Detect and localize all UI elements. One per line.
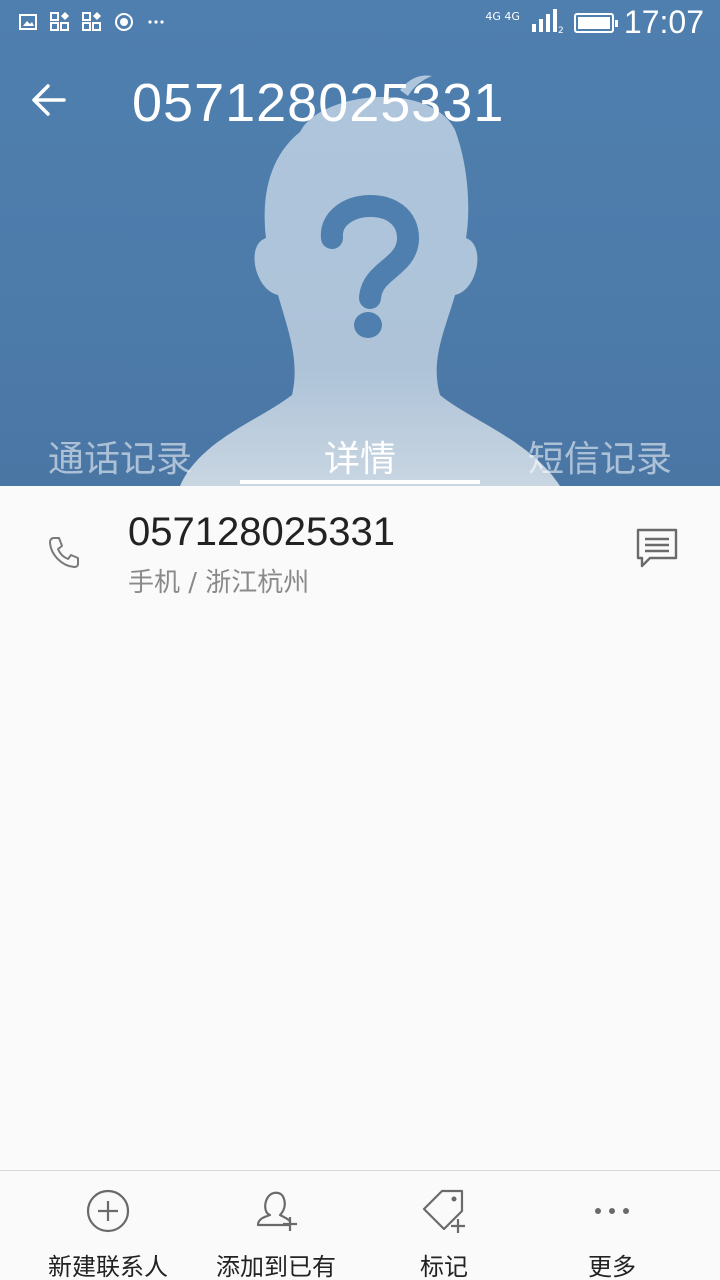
number-location: 手机 / 浙江杭州: [128, 568, 310, 598]
signal-icon: 2: [530, 8, 564, 38]
arrow-left-icon: [32, 84, 66, 116]
tab-sms-log[interactable]: 短信记录: [480, 430, 720, 482]
tag-label: 标记: [420, 1253, 468, 1280]
tab-indicator: [240, 480, 480, 484]
network-type-label: 4G 4G: [485, 9, 520, 23]
bottom-action-bar: 新建联系人 添加到已有 标记 更多: [0, 1170, 720, 1280]
gallery-notification-icon: [18, 12, 38, 32]
page-title: 057128025331: [132, 73, 505, 133]
status-bar: 4G 4G 2 17:07: [0, 0, 720, 48]
clock: 17:07: [623, 4, 704, 40]
app-notification-icon: [50, 12, 70, 32]
new-contact-button[interactable]: 新建联系人: [18, 1171, 198, 1280]
battery-icon: [573, 12, 618, 33]
tab-bar: 通话记录 详情 短信记录: [0, 418, 720, 486]
add-to-existing-button[interactable]: 添加到已有: [186, 1171, 366, 1280]
more-button[interactable]: 更多: [522, 1171, 702, 1280]
record-notification-icon: [114, 12, 134, 32]
more-label: 更多: [588, 1253, 636, 1280]
tag-button[interactable]: 标记: [354, 1171, 534, 1280]
add-person-icon: [252, 1187, 300, 1235]
phone-number-row[interactable]: 057128025331 手机 / 浙江杭州: [0, 486, 720, 616]
status-icons-left: [18, 12, 166, 32]
tab-call-log[interactable]: 通话记录: [0, 430, 240, 482]
phone-number: 057128025331: [128, 510, 395, 554]
more-icon: [588, 1187, 636, 1235]
more-notifications-icon: [146, 12, 166, 32]
tab-details[interactable]: 详情: [240, 430, 480, 482]
app-notification-icon: [82, 12, 102, 32]
new-contact-label: 新建联系人: [48, 1253, 168, 1280]
message-icon[interactable]: [634, 526, 680, 572]
contact-header: 4G 4G 2 17:07 057128025331 通话记录 详情 短信记录: [0, 0, 720, 486]
phone-icon[interactable]: [44, 532, 84, 572]
add-to-existing-label: 添加到已有: [216, 1253, 336, 1280]
sim-index: 2: [558, 26, 564, 34]
status-icons-right: 4G 4G 2 17:07: [485, 4, 704, 41]
back-button[interactable]: [28, 78, 76, 122]
add-circle-icon: [84, 1187, 132, 1235]
tag-icon: [420, 1187, 468, 1235]
